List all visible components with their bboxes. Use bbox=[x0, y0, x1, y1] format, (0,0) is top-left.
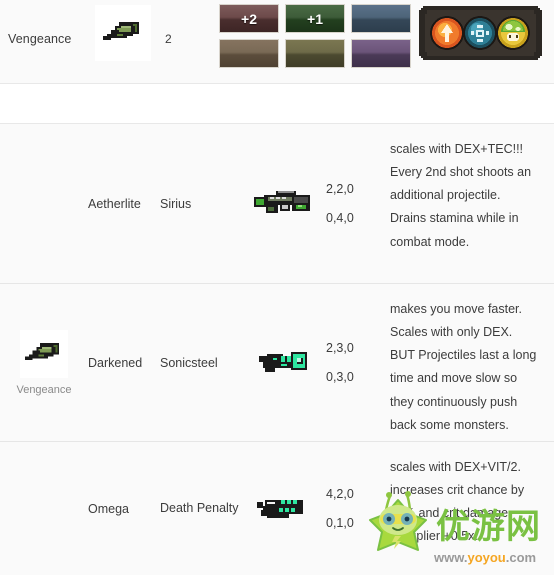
row-prefix-label: Omega bbox=[88, 501, 129, 516]
swatch-purple[interactable] bbox=[351, 39, 411, 68]
row-description: makes you move faster. Scales with only … bbox=[390, 302, 537, 432]
green-pixel-weapon-icon bbox=[25, 343, 60, 361]
row-icon-cell: Vengeance bbox=[0, 284, 88, 441]
row-prefix-label: Darkened bbox=[88, 355, 143, 370]
swatch-maroon[interactable]: +2 bbox=[219, 4, 279, 33]
row-icon-cell bbox=[0, 442, 88, 575]
rifle-sprite-green bbox=[254, 190, 310, 213]
row-sprite-cell bbox=[240, 442, 326, 575]
header-item-count: 2 bbox=[165, 32, 172, 46]
header-item-thumbnail[interactable] bbox=[95, 5, 151, 61]
swatch-green[interactable]: +1 bbox=[285, 4, 345, 33]
row-description: scales with DEX+VIT/2. increases crit ch… bbox=[390, 460, 525, 544]
table-row[interactable]: Omega Death Penalty 4,2,0 0,1,0 scales w… bbox=[0, 442, 554, 575]
orb-tray bbox=[417, 4, 544, 62]
header-item-name: Vengeance bbox=[8, 32, 72, 46]
row-sprite-cell bbox=[240, 284, 326, 441]
row-stats-cell: 2,3,0 0,3,0 bbox=[326, 284, 378, 441]
orb-fire-arrow-icon bbox=[430, 16, 464, 50]
row-stat-line-1: 2,3,0 bbox=[326, 340, 354, 355]
item-header-bar: Vengeance 2 +2 +1 bbox=[0, 0, 554, 84]
row-sprite-cell bbox=[240, 124, 326, 283]
row-item-thumbnail[interactable] bbox=[20, 329, 68, 378]
row-suffix-label: Sirius bbox=[160, 196, 192, 211]
header-table-spacer bbox=[0, 84, 554, 124]
row-item-caption: Vengeance bbox=[16, 383, 72, 396]
weapon-variants-table: Aetherlite Sirius 2,2,0 0,4,0 scales wit… bbox=[0, 124, 554, 575]
cannon-sprite-teal bbox=[257, 499, 303, 518]
row-icon-cell bbox=[0, 124, 88, 283]
swatch-brown[interactable] bbox=[219, 39, 279, 68]
table-row[interactable]: Vengeance Darkened Sonicsteel 2,3,0 0,3,… bbox=[0, 284, 554, 442]
swatch-blue[interactable] bbox=[351, 4, 411, 33]
row-stat-line-1: 2,2,0 bbox=[326, 181, 354, 196]
row-suffix-label: Death Penalty bbox=[160, 500, 239, 515]
row-stats-cell: 4,2,0 0,1,0 bbox=[326, 442, 378, 575]
swatch-olive[interactable] bbox=[285, 39, 345, 68]
row-stat-line-2: 0,3,0 bbox=[326, 369, 354, 384]
row-description: scales with DEX+TEC!!! Every 2nd shot sh… bbox=[390, 142, 532, 249]
row-stat-line-2: 0,4,0 bbox=[326, 210, 354, 225]
pistol-sprite-teal bbox=[259, 351, 307, 372]
row-stats-cell: 2,2,0 0,4,0 bbox=[326, 124, 378, 283]
orb-water-dots-icon bbox=[463, 16, 497, 50]
green-pixel-weapon-icon bbox=[103, 22, 139, 40]
table-row[interactable]: Aetherlite Sirius 2,2,0 0,4,0 scales wit… bbox=[0, 124, 554, 284]
row-stat-line-2: 0,1,0 bbox=[326, 515, 354, 530]
orb-mushroom-icon bbox=[496, 16, 530, 50]
row-suffix-label: Sonicsteel bbox=[160, 355, 218, 370]
row-stat-line-1: 4,2,0 bbox=[326, 486, 354, 501]
row-prefix-label: Aetherlite bbox=[88, 196, 141, 211]
stat-swatch-grid: +2 +1 bbox=[219, 4, 411, 68]
